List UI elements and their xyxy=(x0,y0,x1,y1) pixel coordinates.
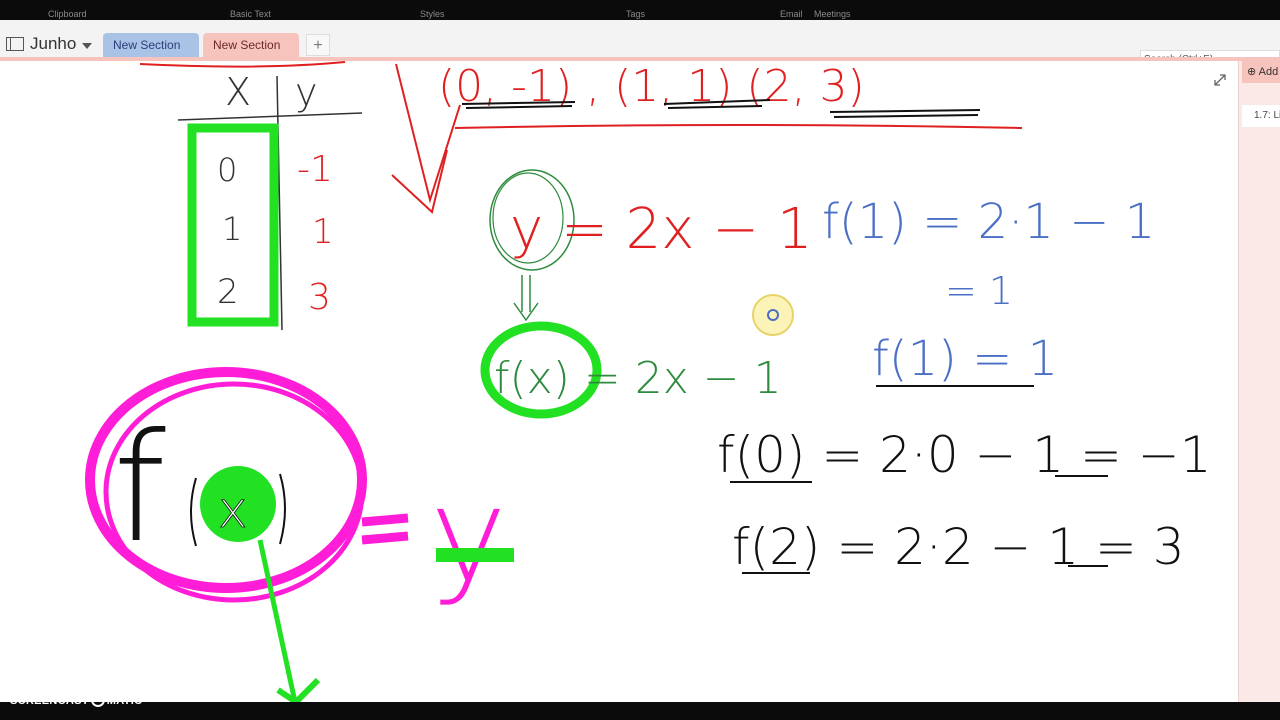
watermark-logo: SCREENCAST MATIC xyxy=(10,693,142,707)
ribbon-group-meetings: Meetings xyxy=(814,9,851,19)
table-x-2: 2 xyxy=(217,272,239,312)
ribbon-group-email: Email xyxy=(780,9,803,19)
page-canvas[interactable]: (0, -1) , (1, 1) (2, 3) X y 0 1 2 -1 1 3… xyxy=(0,61,1238,702)
ribbon-group-basic-text: Basic Text xyxy=(230,9,271,19)
big-f: f xyxy=(113,402,166,576)
f2-line: f(2) = 2·2 − 1 = 3 xyxy=(732,518,1185,576)
watermark-brand: SCREENCAST xyxy=(10,695,89,707)
f1-step-2: = 1 xyxy=(945,269,1013,313)
page-list-pane: ⊕ Add Page 1.7: Li xyxy=(1238,61,1280,702)
section-tab-bar: Junho New Section 1 New Section 2 + Sear… xyxy=(0,20,1280,77)
table-y-0: -1 xyxy=(297,149,333,190)
section-tab-new-section-2[interactable]: New Section 2 xyxy=(203,33,299,77)
expand-icon[interactable] xyxy=(1212,72,1228,88)
table-header-rule xyxy=(177,112,363,121)
cursor-highlight xyxy=(752,294,794,336)
notebook-icon xyxy=(6,37,24,51)
f1-step-1: f(1) = 2·1 − 1 xyxy=(822,194,1155,250)
red-top-stroke xyxy=(139,61,346,68)
table-y-2: 3 xyxy=(308,277,331,318)
add-page-button[interactable]: ⊕ Add Page xyxy=(1242,61,1280,83)
down-arrow xyxy=(513,275,539,322)
big-x: x xyxy=(218,481,248,539)
notebook-name: Junho xyxy=(30,34,77,53)
ribbon-group-strip: Clipboard Basic Text Styles Tags Email M… xyxy=(0,0,1280,20)
section-tab-new-section-1[interactable]: New Section 1 xyxy=(103,33,199,77)
add-section-button[interactable]: + xyxy=(306,34,330,56)
equation-fx: f(x) = 2x − 1 xyxy=(494,353,782,404)
recorder-logo-icon xyxy=(90,693,105,707)
equation-y: y = 2x − 1 xyxy=(510,197,813,262)
big-y: y xyxy=(430,459,507,611)
f0-line: f(0) = 2·0 − 1 = −1 xyxy=(717,426,1212,484)
y-highlight-bar xyxy=(436,548,514,562)
ribbon-group-styles: Styles xyxy=(420,9,445,19)
equals-sign xyxy=(361,513,409,545)
watermark-recorded-text: RECORDED WITH xyxy=(10,681,73,688)
add-page-label: Add Page xyxy=(1258,66,1280,78)
ordered-pairs-text: (0, -1) , (1, 1) (2, 3) xyxy=(438,61,865,112)
bottom-strip xyxy=(0,702,1280,720)
recorder-watermark: RECORDED WITH SCREENCAST MATIC xyxy=(10,681,170,711)
output-arrow-head xyxy=(276,677,321,702)
output-arrow-line xyxy=(257,539,298,702)
f1-result: f(1) = 1 xyxy=(872,331,1058,387)
ribbon-group-clipboard: Clipboard xyxy=(48,9,87,19)
red-underline xyxy=(454,124,1023,129)
onenote-window: Clipboard Basic Text Styles Tags Email M… xyxy=(0,0,1280,720)
table-header-y: y xyxy=(295,70,318,114)
table-x-1: 1 xyxy=(222,210,242,248)
watermark-brand-suffix: MATIC xyxy=(106,695,143,707)
ribbon-group-tags: Tags xyxy=(626,9,646,19)
table-y-1: 1 xyxy=(312,212,334,252)
ink-layer: (0, -1) , (1, 1) (2, 3) X y 0 1 2 -1 1 3… xyxy=(85,61,1212,702)
page-list-item[interactable]: 1.7: Li xyxy=(1242,105,1280,127)
underline-pair-3 xyxy=(829,109,981,118)
table-header-x: X xyxy=(225,70,251,114)
table-x-0: 0 xyxy=(217,151,237,189)
chevron-down-icon[interactable] xyxy=(82,42,93,49)
notebook-picker[interactable]: Junho xyxy=(6,33,93,55)
